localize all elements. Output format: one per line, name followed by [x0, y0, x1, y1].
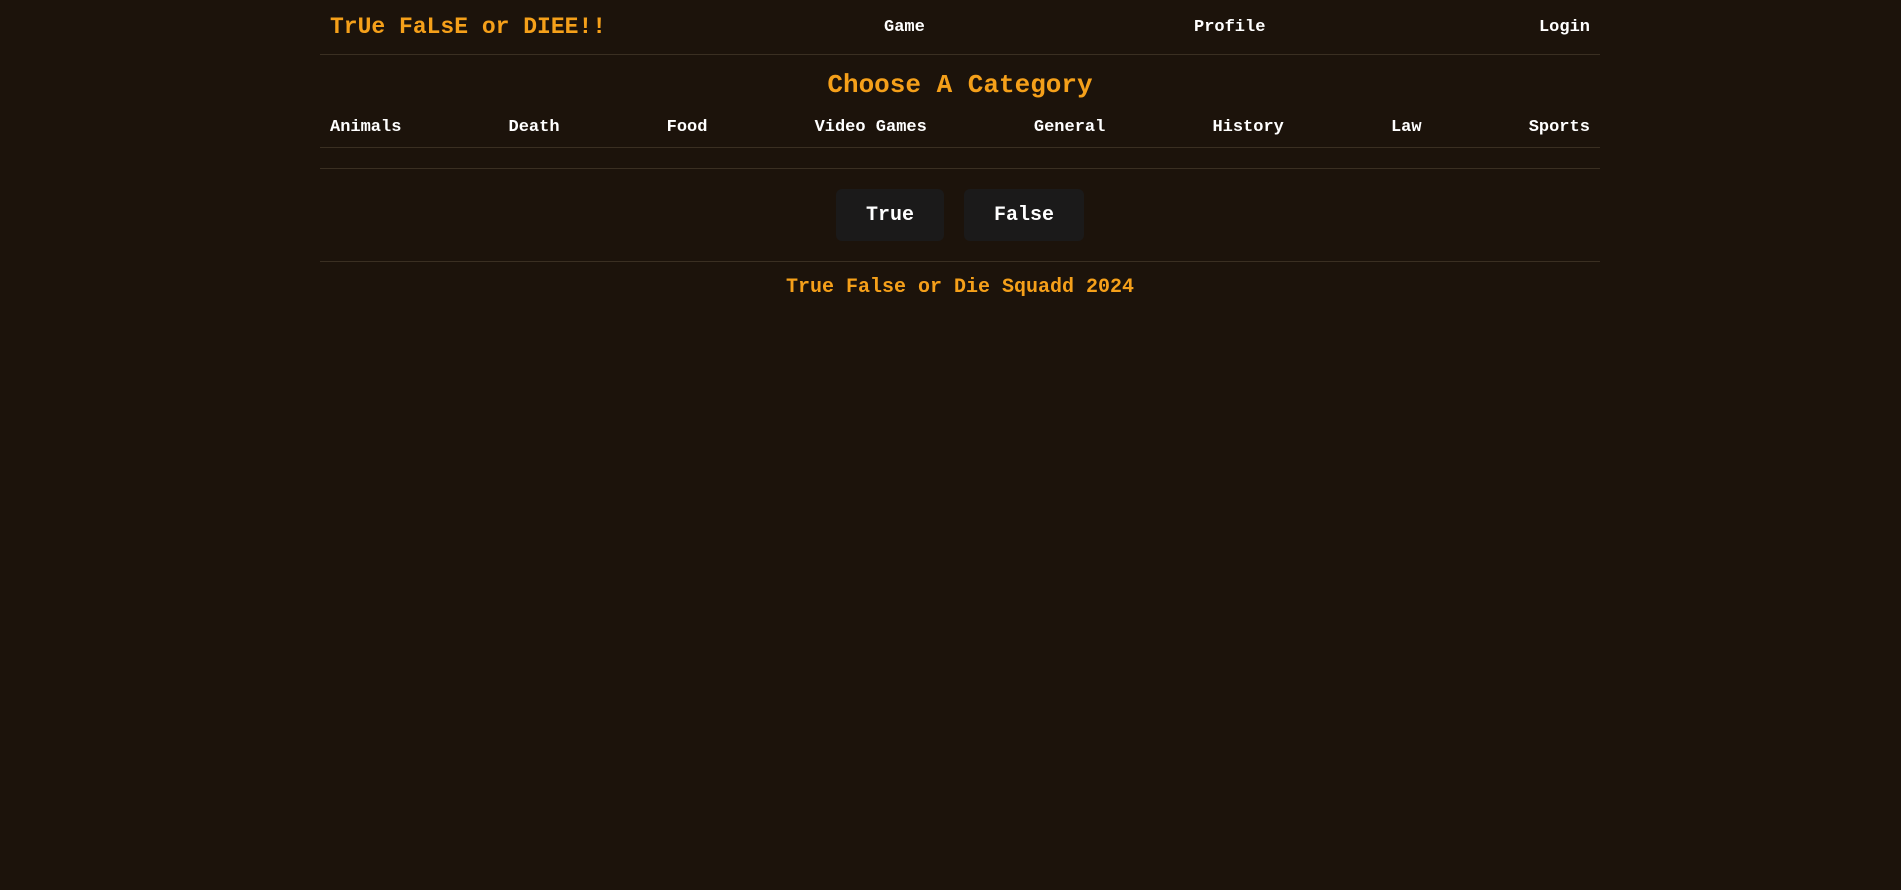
category-law[interactable]: Law: [1391, 114, 1422, 142]
true-button[interactable]: True: [836, 189, 944, 241]
category-list: Animals Death Food Video Games General H…: [320, 114, 1600, 148]
category-sports[interactable]: Sports: [1529, 114, 1590, 142]
false-button[interactable]: False: [964, 189, 1084, 241]
category-history[interactable]: History: [1212, 114, 1283, 142]
page-container: TrUe FaLsE or DIEE!! Game Profile Login …: [320, 0, 1600, 299]
nav-login-link[interactable]: Login: [1539, 18, 1590, 37]
answer-buttons: True False: [320, 169, 1600, 262]
nav-profile-link[interactable]: Profile: [1194, 18, 1265, 37]
category-food[interactable]: Food: [667, 114, 708, 142]
category-animals[interactable]: Animals: [330, 114, 401, 142]
category-death[interactable]: Death: [509, 114, 560, 142]
navbar: TrUe FaLsE or DIEE!! Game Profile Login: [320, 0, 1600, 55]
category-general[interactable]: General: [1034, 114, 1105, 142]
category-title: Choose A Category: [827, 70, 1093, 100]
question-area: [320, 148, 1600, 169]
nav-game-link[interactable]: Game: [884, 18, 925, 37]
category-video-games[interactable]: Video Games: [815, 114, 927, 142]
footer-text: True False or Die Squadd 2024: [785, 276, 1135, 299]
brand-logo-link[interactable]: TrUe FaLsE or DIEE!!: [330, 14, 606, 40]
